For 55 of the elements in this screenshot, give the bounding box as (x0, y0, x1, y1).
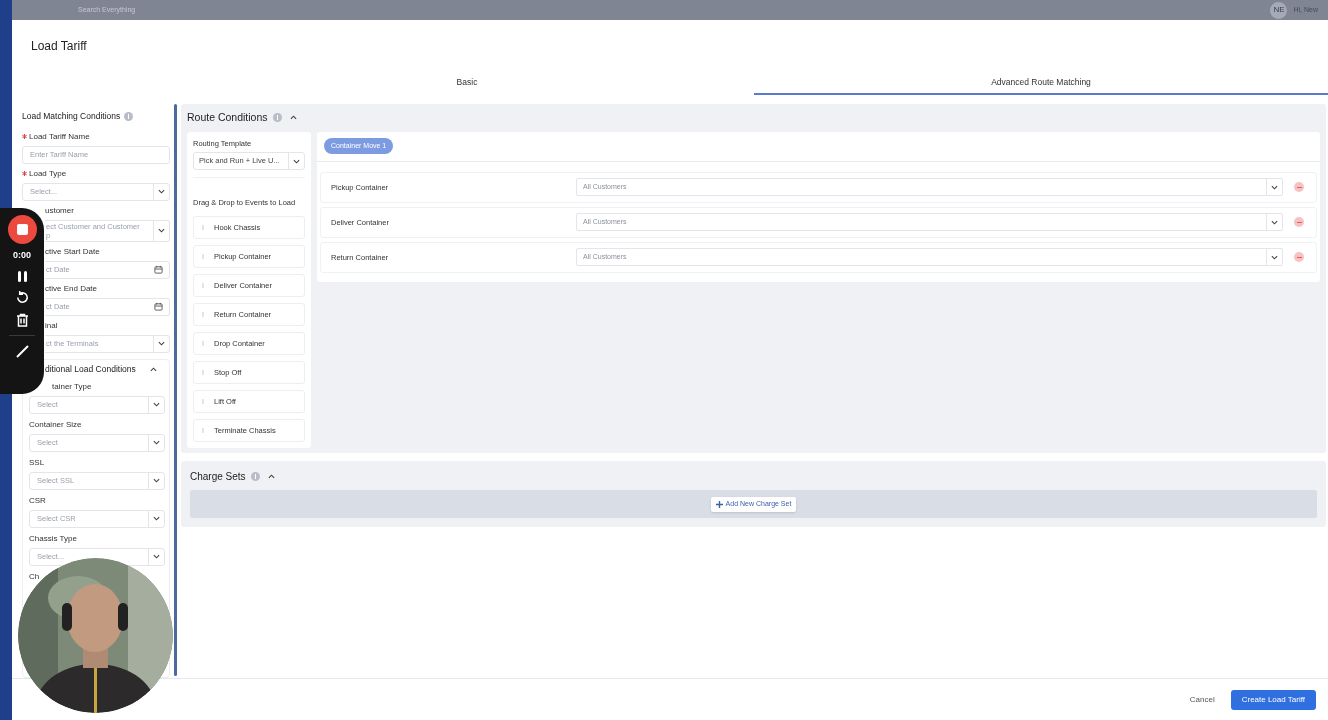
create-load-tariff-button[interactable]: Create Load Tariff (1230, 689, 1316, 710)
restart-icon[interactable] (14, 289, 30, 305)
chevron-down-icon (1271, 219, 1278, 225)
cancel-button[interactable]: Cancel (1183, 693, 1221, 706)
field-label: CSR (29, 494, 46, 507)
info-icon (272, 113, 282, 123)
section-title: Charge Sets (190, 470, 246, 484)
chevron-down-icon (153, 516, 160, 521)
field-label: ustomer (45, 204, 74, 217)
plus-icon (715, 500, 723, 508)
calendar-icon (154, 265, 163, 275)
modal-title: Load Tariff (31, 38, 87, 55)
chevron-down-icon (158, 228, 165, 234)
pause-icon[interactable] (17, 270, 27, 282)
field-label: SSL (29, 456, 45, 469)
calendar-icon (154, 302, 163, 312)
field-label: Load Tariff Name (29, 130, 90, 143)
stop-button[interactable] (7, 215, 37, 244)
avatar: NE (1270, 1, 1288, 19)
chevron-down-icon (153, 478, 160, 483)
remove-icon[interactable] (1294, 252, 1304, 263)
chevron-down-icon (158, 341, 165, 347)
caret-up-icon (150, 366, 157, 372)
section-title: ditional Load Conditions (45, 362, 136, 376)
scrollbar[interactable] (174, 104, 177, 676)
field-label: inal (45, 319, 58, 332)
field-label: Load Type (29, 167, 67, 180)
chevron-down-icon (158, 189, 165, 195)
tab[interactable]: Basic (180, 72, 754, 95)
info-icon (124, 111, 134, 121)
pen-icon[interactable] (14, 343, 30, 359)
chevron-down-icon (293, 158, 300, 164)
field-label: ctive End Date (45, 282, 98, 295)
info-icon (250, 472, 260, 481)
section-title: Load Matching Conditions (22, 110, 121, 123)
caret-up-icon (267, 474, 275, 479)
chevron-down-icon (153, 402, 160, 407)
field-label: Ch (29, 570, 40, 583)
trash-icon[interactable] (15, 312, 29, 327)
chevron-down-icon (1271, 254, 1278, 260)
chevron-down-icon (1271, 184, 1278, 190)
required-icon (22, 171, 27, 177)
remove-icon[interactable] (1294, 182, 1304, 193)
field-label: tainer Type (52, 380, 92, 393)
field-label: ctive Start Date (45, 245, 100, 258)
field-label: Container Size (29, 418, 82, 431)
remove-icon[interactable] (1294, 217, 1304, 228)
tab[interactable]: Advanced Route Matching (754, 72, 1328, 95)
recording-time: 0:00 (13, 249, 31, 262)
required-icon (22, 134, 27, 140)
section-title: Route Conditions (187, 110, 268, 125)
chevron-down-icon (153, 440, 160, 445)
caret-up-icon (289, 115, 297, 121)
field-label: Chassis Type (29, 532, 77, 545)
chevron-down-icon (153, 554, 160, 559)
